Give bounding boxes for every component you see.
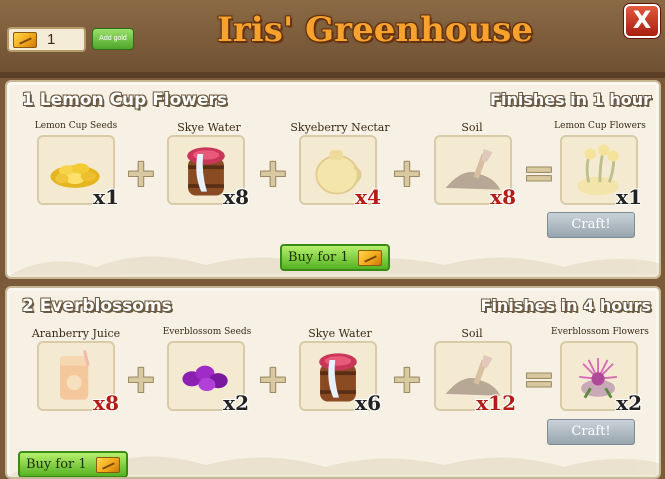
- currency-display: 1: [7, 27, 86, 52]
- ingredient-qty: x1: [93, 185, 119, 209]
- recipe-time: Finishes in 1 hour: [490, 90, 651, 109]
- plus-sign: +: [257, 357, 289, 401]
- recipe-title: 2 Everblossoms: [22, 296, 172, 316]
- craft-button[interactable]: Craft!: [547, 419, 635, 445]
- gold-bar-icon: [13, 32, 37, 48]
- gold-bar-icon: [96, 457, 120, 473]
- recipe-time: Finishes in 4 hours: [480, 296, 651, 315]
- ingredient-qty: x6: [355, 391, 381, 415]
- plus-sign: +: [391, 357, 423, 401]
- ingredient-qty: x4: [355, 185, 381, 209]
- plus-sign: +: [125, 151, 157, 195]
- ingredient-qty: x8: [490, 185, 516, 209]
- ingredient-qty: x12: [476, 391, 516, 415]
- result-qty: x2: [616, 391, 642, 415]
- header-bar: 1 Add gold Iris' Greenhouse X: [0, 0, 665, 78]
- close-button[interactable]: X: [624, 4, 660, 38]
- ingredient-label: Soil: [461, 121, 483, 134]
- buy-button[interactable]: Buy for 1: [280, 244, 390, 271]
- ingredient-label: Everblossom Seeds: [162, 327, 252, 337]
- ingredient-slot-aranberry-juice[interactable]: x8: [37, 341, 119, 415]
- ingredient-slot-lemon-cup-seeds[interactable]: x1: [37, 135, 119, 209]
- ingredient-label: Skyeberry Nectar: [290, 121, 390, 134]
- ingredient-qty: x2: [223, 391, 249, 415]
- ingredient-slot-skye-water[interactable]: x8: [167, 135, 249, 209]
- ingredient-slot-soil[interactable]: x8: [434, 135, 516, 209]
- ingredient-slot-skyeberry-nectar[interactable]: x4: [299, 135, 381, 209]
- craft-button[interactable]: Craft!: [547, 212, 635, 238]
- result-slot-everblossom-flowers[interactable]: x2: [560, 341, 642, 415]
- ingredient-label: Skye Water: [308, 327, 372, 340]
- buy-button-label: Buy for 1: [26, 457, 87, 472]
- ingredient-slot-soil[interactable]: x12: [434, 341, 516, 415]
- recipe-panel-everblossoms: 2 Everblossoms Finishes in 4 hours Aranb…: [5, 286, 661, 479]
- page-title: Iris' Greenhouse: [217, 10, 533, 50]
- add-gold-button[interactable]: Add gold: [92, 28, 134, 50]
- result-label: Everblossom Flowers: [551, 327, 649, 337]
- ingredient-qty: x8: [93, 391, 119, 415]
- recipe-title: 1 Lemon Cup Flowers: [22, 90, 228, 110]
- gold-bar-icon: [358, 250, 382, 266]
- ingredient-label: Soil: [461, 327, 483, 340]
- result-qty: x1: [616, 185, 642, 209]
- result-slot-lemon-cup-flowers[interactable]: x1: [560, 135, 642, 209]
- ingredient-slot-everblossom-seeds[interactable]: x2: [167, 341, 249, 415]
- ingredient-label: Lemon Cup Seeds: [34, 121, 118, 131]
- recipe-panel-lemon-cup: 1 Lemon Cup Flowers Finishes in 1 hour L…: [5, 80, 661, 279]
- plus-sign: +: [125, 357, 157, 401]
- buy-button[interactable]: Buy for 1: [18, 451, 128, 477]
- ingredient-slot-skye-water[interactable]: x6: [299, 341, 381, 415]
- equals-sign: =: [523, 151, 555, 195]
- plus-sign: +: [391, 151, 423, 195]
- result-label: Lemon Cup Flowers: [554, 121, 646, 131]
- ingredient-label: Aranberry Juice: [31, 327, 121, 340]
- ingredient-label: Skye Water: [177, 121, 241, 134]
- equals-sign: =: [523, 357, 555, 401]
- currency-amount: 1: [47, 31, 56, 48]
- buy-button-label: Buy for 1: [288, 250, 349, 265]
- plus-sign: +: [257, 151, 289, 195]
- ingredient-qty: x8: [223, 185, 249, 209]
